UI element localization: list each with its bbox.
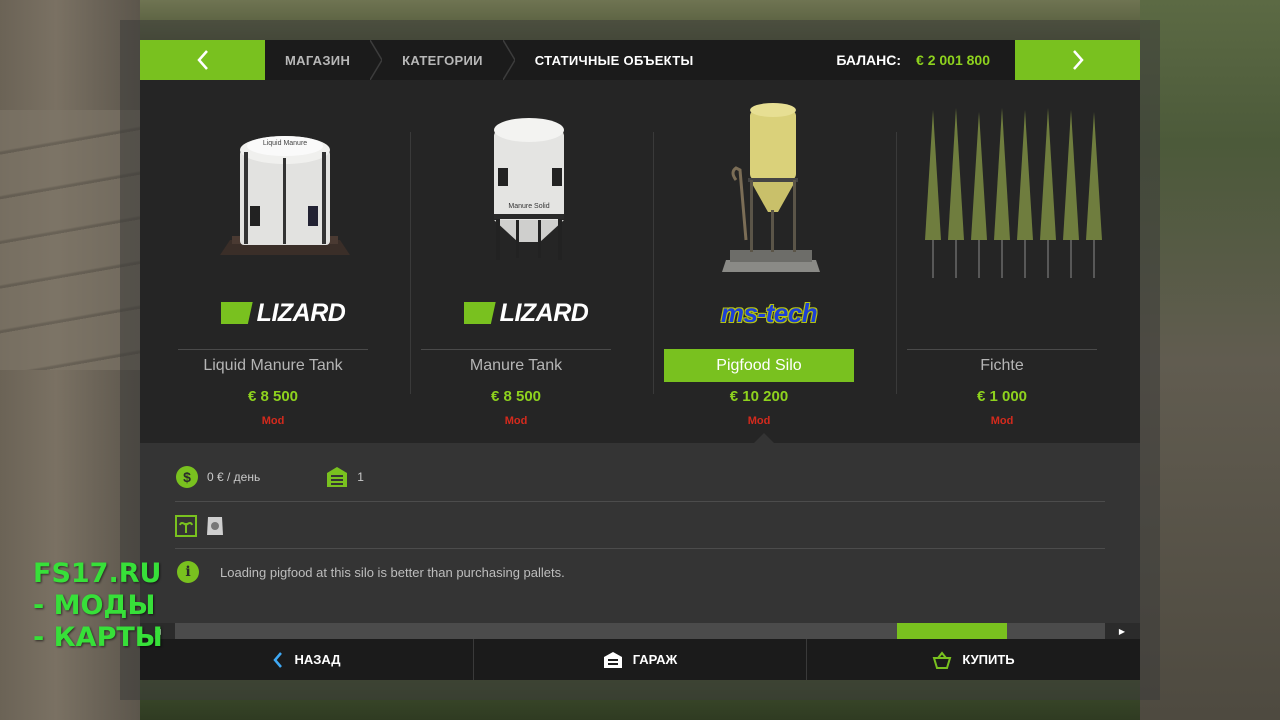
- breadcrumb-separator-icon: [370, 40, 383, 80]
- lizard-logo: LIZARD: [220, 299, 346, 328]
- buy-button[interactable]: КУПИТЬ: [807, 639, 1140, 680]
- garage-button[interactable]: ГАРАЖ: [474, 639, 807, 680]
- breadcrumb-separator-icon: [502, 40, 515, 80]
- item-image: [676, 90, 866, 290]
- background-right: [1140, 0, 1280, 720]
- brand-logo: ms-tech: [664, 295, 874, 331]
- breadcrumb: МАГАЗИН КАТЕГОРИИ СТАТИЧНЫЕ ОБЪЕКТЫ: [265, 40, 836, 80]
- brand-logo: LIZARD: [178, 295, 388, 331]
- item-image: [919, 90, 1109, 290]
- shop-item-pigfood-silo[interactable]: ms-tech Pigfood Silo € 10 200 Mod: [654, 80, 897, 443]
- buy-label: КУПИТЬ: [962, 652, 1015, 667]
- pigfood-bag-icon: [207, 517, 223, 535]
- scrollbar-track[interactable]: [175, 623, 1105, 639]
- item-name: Pigfood Silo: [664, 349, 854, 382]
- item-stats: $ 0 € / день 1: [175, 465, 429, 489]
- item-price: € 8 500: [247, 388, 299, 405]
- scroll-right-icon[interactable]: ▶: [1114, 623, 1130, 639]
- balance-value: € 2 001 800: [916, 52, 990, 68]
- upkeep-stat: $ 0 € / день: [175, 465, 260, 489]
- item-image: Manure Solid: [433, 90, 623, 290]
- garage-icon: [603, 651, 622, 668]
- item-name: Manure Tank: [469, 356, 563, 374]
- item-price: € 10 200: [729, 388, 789, 405]
- prev-page-button[interactable]: [140, 40, 265, 80]
- shop-item-manure-tank[interactable]: Manure Solid LIZARD Manure Tank € 8 500 …: [411, 80, 654, 443]
- tank-label: Liquid Manure: [263, 140, 307, 147]
- scrollbar-thumb[interactable]: [897, 623, 1007, 639]
- watermark-line: - КАРТЫ: [33, 622, 163, 653]
- shop-header: МАГАЗИН КАТЕГОРИИ СТАТИЧНЫЕ ОБЪЕКТЫ БАЛА…: [140, 40, 1140, 80]
- balance: БАЛАНС: € 2 001 800: [836, 40, 1015, 80]
- breadcrumb-shop[interactable]: МАГАЗИН: [265, 40, 370, 80]
- selection-pointer: [754, 433, 774, 443]
- mod-badge: Mod: [747, 415, 771, 427]
- watermark: FS17.RU - МОДЫ - КАРТЫ: [33, 558, 163, 654]
- footer-bar: НАЗАД ГАРАЖ КУПИТЬ: [140, 639, 1140, 680]
- garage-label: ГАРАЖ: [632, 652, 678, 667]
- plant-fill-icon: [175, 515, 197, 537]
- item-carousel: Liquid Manure LIZARD Liquid Manure Tank …: [140, 80, 1140, 443]
- item-details-panel: $ 0 € / день 1 i Loading pigfood at this…: [140, 443, 1140, 623]
- item-scrollbar[interactable]: ◀ ▶: [140, 623, 1140, 639]
- chevron-right-icon: [1072, 50, 1084, 70]
- lizard-logo: LIZARD: [463, 299, 589, 328]
- mod-badge: Mod: [261, 415, 285, 427]
- tank-label: Manure Solid: [508, 203, 549, 210]
- item-name: Fichte: [980, 356, 1024, 374]
- watermark-line: - МОДЫ: [33, 590, 156, 621]
- shop-item-fichte[interactable]: Fichte € 1 000 Mod: [897, 80, 1140, 443]
- dollar-gear-icon: $: [176, 466, 198, 488]
- mod-badge: Mod: [990, 415, 1014, 427]
- info-icon: i: [177, 561, 199, 583]
- item-price: € 1 000: [976, 388, 1028, 405]
- mstech-logo: ms-tech: [720, 297, 818, 328]
- item-price: € 8 500: [490, 388, 542, 405]
- count-value: 1: [357, 470, 364, 484]
- next-page-button[interactable]: [1015, 40, 1140, 80]
- balance-label: БАЛАНС:: [836, 52, 902, 68]
- fill-types: [175, 513, 225, 537]
- item-name: Liquid Manure Tank: [203, 356, 343, 374]
- brand-logo: LIZARD: [421, 295, 631, 331]
- item-image: Liquid Manure: [190, 90, 380, 290]
- back-arrow-icon: [273, 651, 283, 668]
- breadcrumb-static-objects: СТАТИЧНЫЕ ОБЪЕКТЫ: [534, 52, 694, 68]
- shop-item-liquid-manure-tank[interactable]: Liquid Manure LIZARD Liquid Manure Tank …: [168, 80, 411, 443]
- svg-text:$: $: [183, 469, 191, 485]
- chevron-left-icon: [196, 50, 208, 70]
- basket-icon: [932, 650, 952, 669]
- upkeep-value: 0 € / день: [207, 470, 261, 484]
- garage-icon: [327, 467, 348, 487]
- back-button[interactable]: НАЗАД: [140, 639, 474, 680]
- count-stat: 1: [325, 465, 364, 489]
- breadcrumb-categories[interactable]: КАТЕГОРИИ: [382, 40, 503, 80]
- mod-badge: Mod: [504, 415, 528, 427]
- watermark-line: FS17.RU: [33, 558, 162, 589]
- item-description: Loading pigfood at this silo is better t…: [220, 565, 565, 580]
- back-label: НАЗАД: [294, 652, 341, 667]
